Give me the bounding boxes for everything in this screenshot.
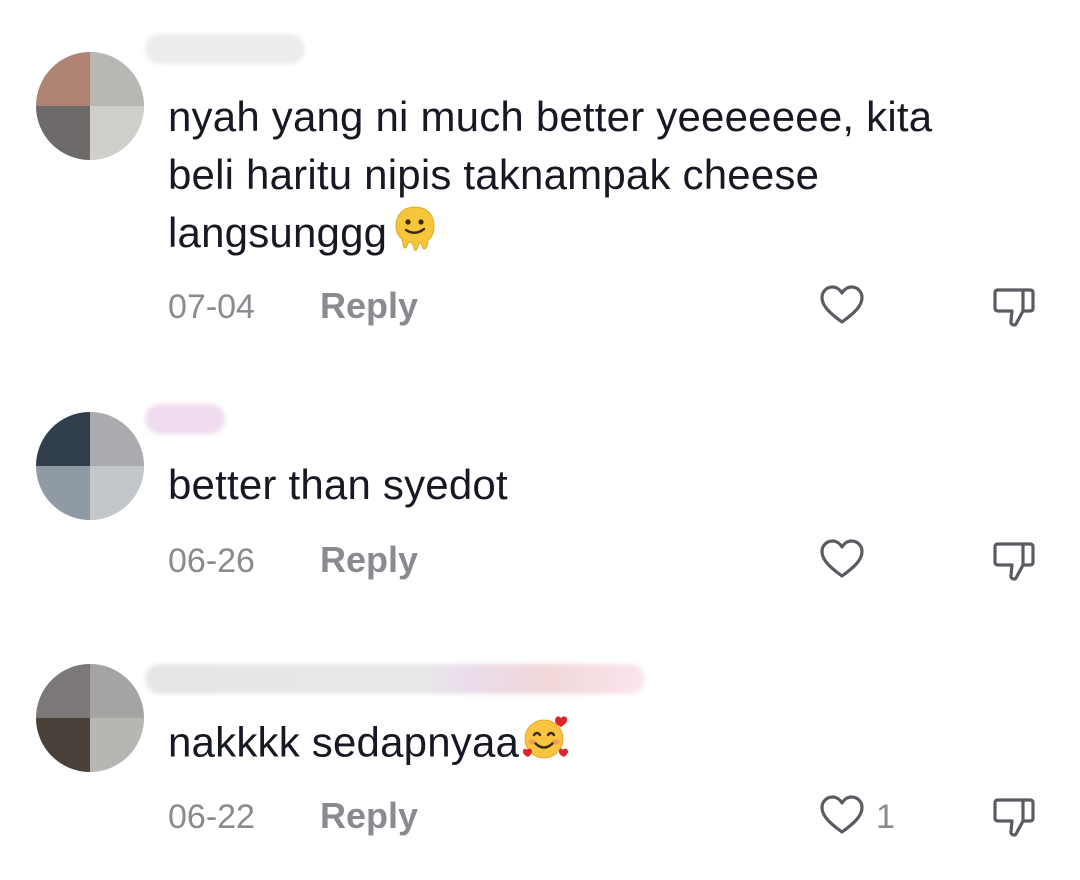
username-blurred[interactable]	[145, 664, 645, 694]
like-heart-icon[interactable]	[818, 792, 866, 840]
comment-date: 06-22	[168, 798, 255, 836]
username-blurred[interactable]	[145, 34, 305, 64]
reply-button[interactable]: Reply	[320, 795, 418, 837]
comment-text: better than syedot	[168, 456, 1030, 514]
like-count: 1	[876, 798, 895, 836]
comment-text-line: beli haritu nipis taknampak cheese	[168, 151, 820, 198]
comment-date: 07-04	[168, 288, 255, 326]
avatar[interactable]	[36, 412, 144, 520]
avatar[interactable]	[36, 52, 144, 160]
comment-text-line: better than syedot	[168, 461, 508, 508]
comment-text: nyah yang ni much better yeeeeeee, kita …	[168, 88, 1030, 267]
dislike-icon[interactable]	[990, 792, 1038, 840]
like-heart-icon[interactable]	[818, 282, 866, 330]
reply-button[interactable]: Reply	[320, 539, 418, 581]
comment-text-line: langsunggg	[168, 209, 388, 256]
comment-text-line: nyah yang ni much better yeeeeeee, kita	[168, 93, 933, 140]
reply-button[interactable]: Reply	[320, 285, 418, 327]
dislike-icon[interactable]	[990, 536, 1038, 584]
avatar[interactable]	[36, 664, 144, 772]
dislike-icon[interactable]	[990, 282, 1038, 330]
username-blurred[interactable]	[145, 404, 225, 434]
comment-text-line: nakkkk sedapnyaa	[168, 718, 520, 766]
comment-date: 06-26	[168, 542, 255, 580]
comment-text: nakkkk sedapnyaa	[168, 712, 1030, 779]
melting-face-icon	[393, 204, 437, 267]
like-heart-icon[interactable]	[818, 536, 866, 584]
smiling-face-with-hearts-icon	[519, 712, 571, 779]
